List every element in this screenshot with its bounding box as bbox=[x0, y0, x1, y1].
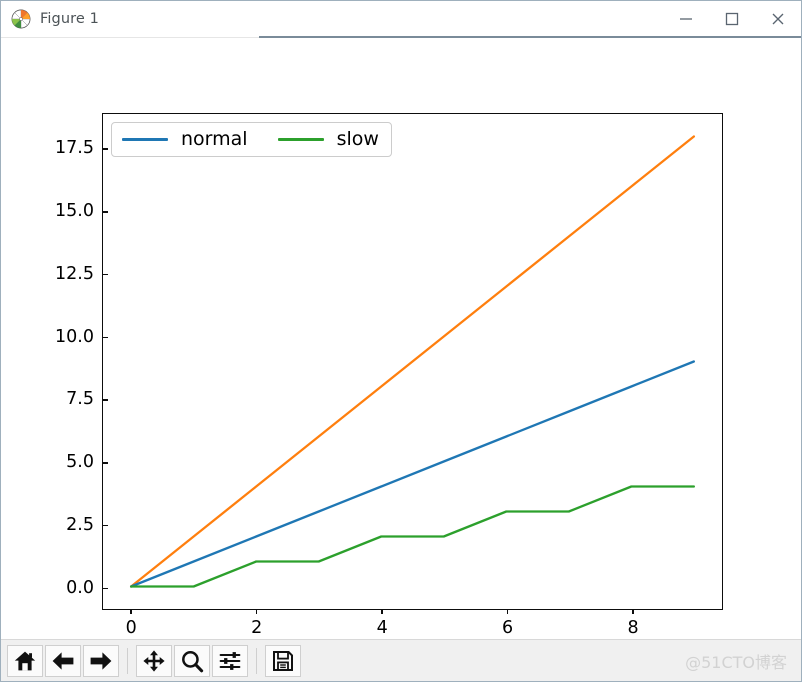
legend-label-slow: slow bbox=[336, 128, 379, 150]
legend-swatch-slow bbox=[277, 138, 324, 141]
close-icon bbox=[772, 13, 784, 25]
x-tick-mark bbox=[381, 609, 383, 614]
legend-entry: slow bbox=[277, 128, 379, 150]
x-tick-mark bbox=[506, 609, 509, 614]
plot-axes[interactable]: normal slow 0.0 2.5 5.0 7.5 10.0 12.5 15.0 17.5… bbox=[55, 113, 723, 637]
y-tick-label: 2.5 bbox=[66, 514, 94, 535]
right-arrow-icon bbox=[90, 651, 112, 670]
series-paths bbox=[131, 136, 694, 586]
watermark-text: @51CTO博客 bbox=[685, 652, 787, 672]
series-line-fast bbox=[131, 136, 694, 586]
legend-label-normal: normal bbox=[181, 128, 248, 150]
minimize-button[interactable] bbox=[663, 1, 709, 37]
configure-subplots-button[interactable] bbox=[212, 644, 248, 677]
forward-button[interactable] bbox=[83, 644, 119, 677]
save-button[interactable] bbox=[265, 644, 301, 677]
back-button[interactable] bbox=[45, 644, 81, 677]
floppy-disk-icon bbox=[273, 650, 293, 671]
x-tick-label: 2 bbox=[251, 618, 263, 638]
y-tick-label: 5.0 bbox=[66, 452, 94, 473]
y-tick-mark bbox=[103, 273, 108, 276]
plot-lines bbox=[103, 114, 722, 609]
x-tick-label: 4 bbox=[376, 618, 388, 638]
x-tick-mark bbox=[255, 609, 258, 614]
figure-window: Figure 1 normal slow 0.0 2.5 5.0 7.5 10.… bbox=[0, 0, 802, 682]
pan-button[interactable] bbox=[136, 644, 172, 677]
magnifier-icon bbox=[182, 650, 204, 672]
y-tick-mark bbox=[103, 462, 108, 464]
y-tick-mark bbox=[103, 399, 108, 401]
toolbar-separator bbox=[256, 647, 257, 674]
home-icon bbox=[14, 651, 36, 670]
left-arrow-icon bbox=[52, 651, 74, 670]
sliders-icon bbox=[219, 651, 241, 670]
matplotlib-logo-icon bbox=[11, 9, 31, 29]
y-tick-mark bbox=[103, 587, 108, 590]
legend-entry: normal bbox=[122, 130, 248, 149]
y-tick-label: 0.0 bbox=[66, 577, 94, 598]
window-titlebar: Figure 1 bbox=[1, 1, 801, 38]
toolbar-separator bbox=[127, 647, 128, 674]
y-tick-label: 10.0 bbox=[55, 326, 94, 347]
navigation-toolbar: @51CTO博客 bbox=[1, 639, 801, 681]
y-tick-label: 12.5 bbox=[55, 263, 94, 284]
x-tick-mark bbox=[632, 609, 634, 614]
plot-legend[interactable]: normal slow bbox=[111, 122, 392, 157]
x-tick-mark bbox=[130, 609, 133, 614]
legend-swatch-normal bbox=[122, 138, 168, 141]
y-tick-mark bbox=[103, 336, 108, 339]
minimize-icon bbox=[680, 18, 692, 20]
zoom-button[interactable] bbox=[174, 644, 210, 677]
x-tick-label: 0 bbox=[125, 618, 137, 638]
x-tick-label: 6 bbox=[502, 618, 514, 638]
series-line-normal bbox=[131, 362, 694, 587]
figure-canvas[interactable]: normal slow 0.0 2.5 5.0 7.5 10.0 12.5 15.0 17.5… bbox=[1, 38, 801, 639]
series-line-slow bbox=[131, 487, 694, 587]
window-title: Figure 1 bbox=[40, 11, 99, 27]
y-tick-label: 7.5 bbox=[66, 389, 94, 410]
y-tick-label: 15.0 bbox=[55, 201, 94, 222]
y-tick-mark bbox=[103, 524, 108, 527]
home-button[interactable] bbox=[7, 644, 43, 677]
close-button[interactable] bbox=[755, 1, 801, 37]
maximize-button[interactable] bbox=[709, 1, 755, 37]
x-tick-label: 8 bbox=[627, 618, 639, 638]
move-cross-arrows-icon bbox=[143, 649, 165, 672]
window-controls bbox=[663, 1, 801, 37]
y-tick-label: 17.5 bbox=[55, 138, 94, 159]
y-tick-mark bbox=[103, 211, 108, 213]
maximize-icon bbox=[725, 12, 739, 26]
y-tick-mark bbox=[103, 148, 108, 150]
